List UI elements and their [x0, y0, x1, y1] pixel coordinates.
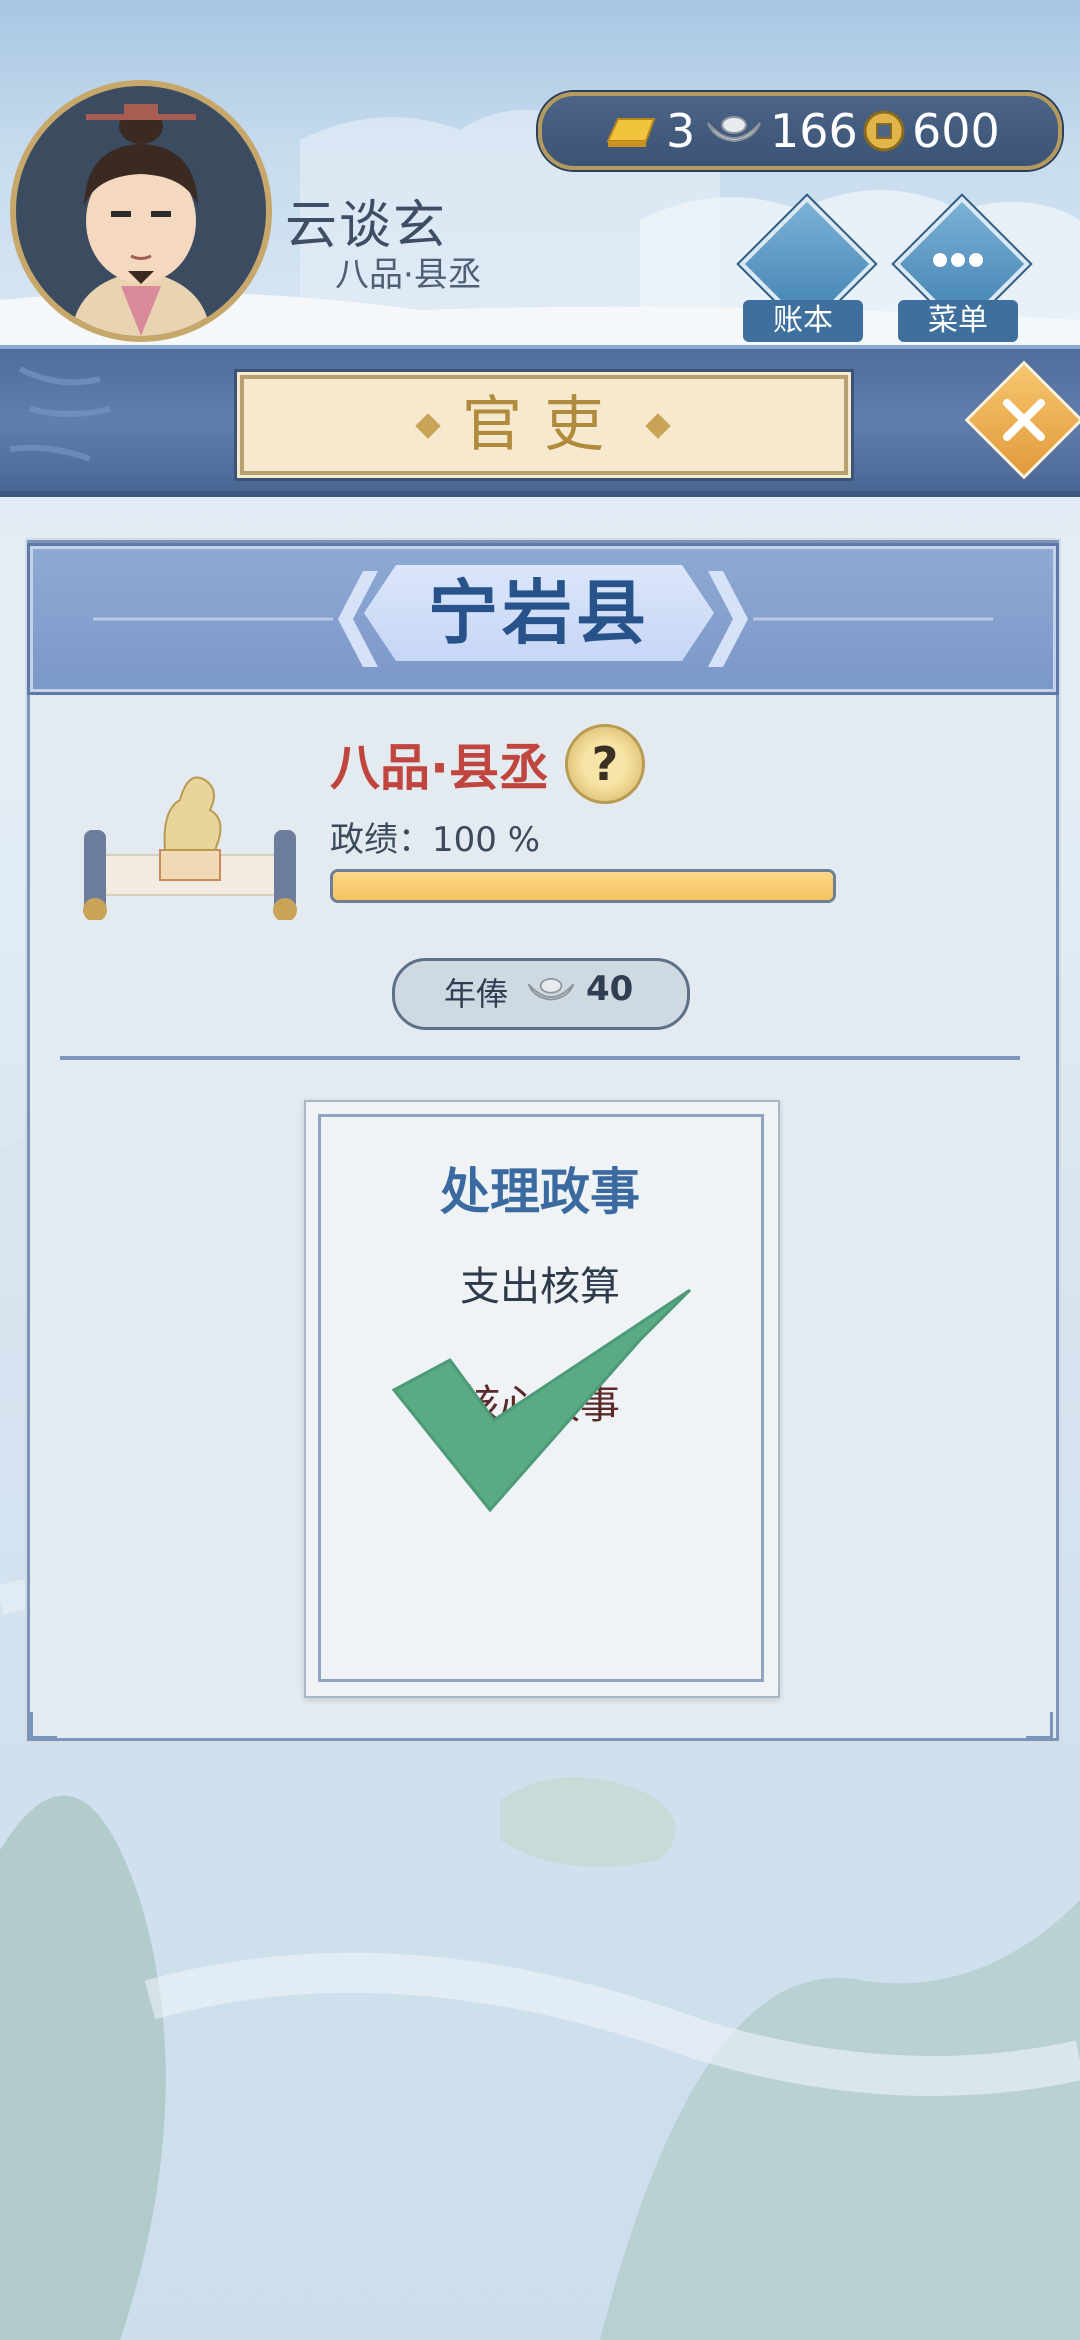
title-plaque: 官吏: [240, 375, 848, 475]
official-seal-icon: [83, 776, 297, 920]
gold-counter: 3: [602, 102, 695, 160]
ellipsis-icon: [933, 253, 983, 267]
salary-value: 40: [586, 969, 634, 1009]
ledger-label: 账本: [743, 300, 863, 342]
corner-ornament: [1026, 1712, 1053, 1739]
checkmark-icon: [391, 1288, 692, 1513]
salary-label: 年俸: [444, 975, 509, 1013]
coin-counter: 600: [862, 102, 1000, 160]
section-divider: [60, 1056, 1020, 1060]
official-rank: 八品·县丞: [330, 739, 549, 797]
close-icon: [1003, 399, 1045, 441]
currency-bar: 3 166 600: [538, 92, 1062, 170]
gold-bar-icon: [606, 118, 656, 147]
page-title: 官吏: [462, 390, 626, 460]
corner-ornament: [30, 1712, 57, 1739]
merit-progress-bar: [330, 869, 836, 903]
silver-ingot-icon: [527, 978, 575, 1001]
copper-coin-icon: [863, 110, 905, 152]
county-name: 宁岩县: [428, 572, 650, 654]
avatar-portrait-icon: [16, 86, 266, 336]
menu-label: 菜单: [898, 300, 1018, 342]
task-title: 处理政事: [440, 1163, 640, 1221]
gold-value: 3: [666, 104, 696, 158]
ledger-button[interactable]: 账本: [739, 196, 875, 348]
silver-ingot-icon: [707, 116, 761, 143]
player-avatar[interactable]: [10, 80, 272, 342]
coin-value: 600: [912, 104, 1000, 158]
silver-value: 166: [770, 104, 858, 158]
merit-label: 政绩：100 %: [330, 820, 541, 860]
menu-button[interactable]: 菜单: [894, 196, 1030, 348]
merit-progress-fill: [333, 872, 833, 900]
player-rank: 八品·县丞: [335, 255, 482, 295]
bamboo-decoration-icon: [9, 366, 111, 462]
silver-counter: 166: [704, 102, 858, 160]
help-button[interactable]: ?: [565, 724, 645, 804]
